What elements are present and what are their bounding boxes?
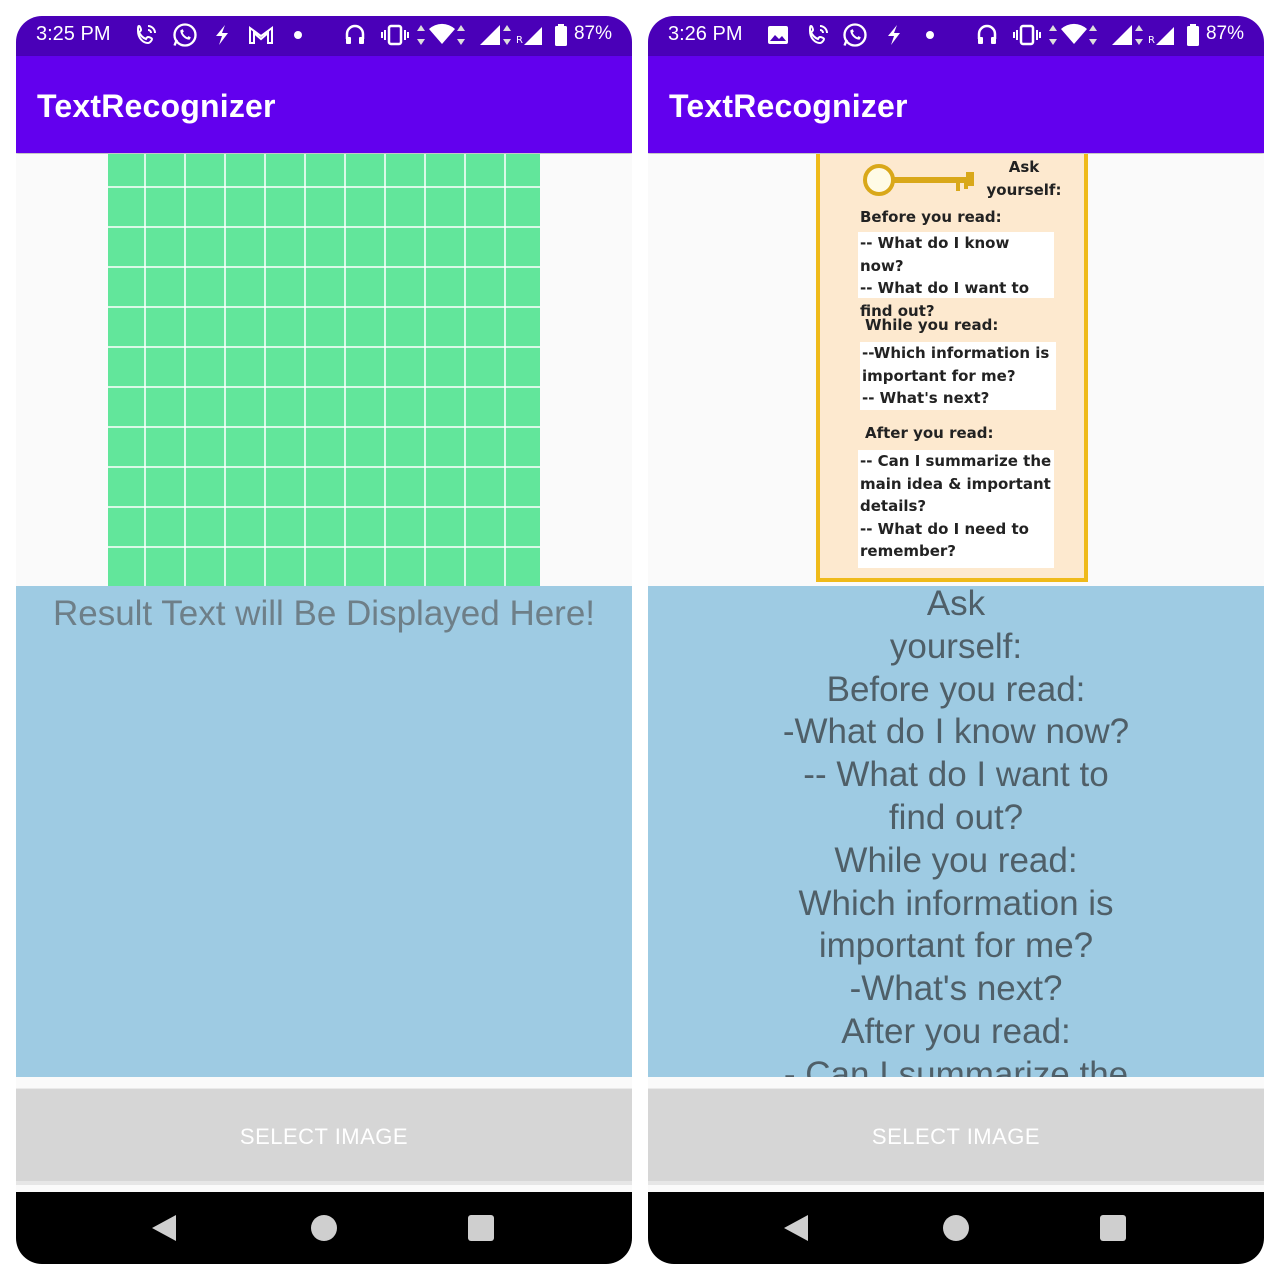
messenger-icon <box>212 22 232 48</box>
data-arrows-icon <box>1048 22 1058 48</box>
data-arrows-icon <box>1088 22 1098 48</box>
battery-icon <box>554 22 568 48</box>
data-arrows-icon <box>502 22 512 48</box>
status-time: 3:25 PM <box>36 23 111 45</box>
left-phone-screen: 3:25 PM R 87% TextRecognizer Result Text… <box>16 16 632 1264</box>
headphones-icon <box>344 22 366 48</box>
key-icon <box>863 164 974 196</box>
dot-icon <box>294 22 302 48</box>
roaming-signal-icon: R <box>514 22 544 48</box>
headphones-icon <box>976 22 998 48</box>
status-bar: 3:25 PM R 87% <box>16 16 632 56</box>
result-text: Ask yourself: Before you read: -What do … <box>782 586 1130 1077</box>
navigation-bar <box>648 1192 1264 1264</box>
card-while-heading: While you read: <box>865 316 999 334</box>
signal-icon <box>478 22 502 48</box>
wifi-icon <box>1060 22 1088 48</box>
back-icon[interactable] <box>152 1215 176 1241</box>
status-bar: 3:26 PM R 87% <box>648 16 1264 56</box>
app-title: TextRecognizer <box>37 88 276 124</box>
signal-icon <box>1110 22 1134 48</box>
card-after-heading: After you read: <box>865 424 994 442</box>
image-preview-area <box>16 154 632 586</box>
result-text-area: Result Text will Be Displayed Here! <box>16 586 632 1077</box>
card-after-body: -- Can I summarize the main idea & impor… <box>860 452 1052 560</box>
selected-image <box>108 154 540 586</box>
vibrate-icon <box>380 22 410 48</box>
card-after-box: -- Can I summarize the main idea & impor… <box>858 450 1054 568</box>
card-before-body: -- What do I know now? -- What do I want… <box>860 234 1030 320</box>
app-bar: TextRecognizer <box>648 56 1264 153</box>
select-image-button[interactable]: SELECT IMAGE <box>648 1088 1264 1185</box>
vibrate-icon <box>1012 22 1042 48</box>
select-image-button[interactable]: SELECT IMAGE <box>16 1088 632 1185</box>
card-title: Ask yourself: <box>986 158 1062 199</box>
recents-icon[interactable] <box>468 1215 494 1241</box>
data-arrows-icon <box>456 22 466 48</box>
app-bar: TextRecognizer <box>16 56 632 153</box>
home-icon[interactable] <box>311 1215 337 1241</box>
wifi-calling-icon <box>806 22 830 48</box>
battery-percentage: 87% <box>573 23 612 44</box>
right-phone-screen: 3:26 PM R 87% TextRecognizer Ask yoursel… <box>648 16 1264 1264</box>
card-while-box: --Which information is important for me?… <box>860 342 1056 410</box>
navigation-bar <box>16 1192 632 1264</box>
status-time: 3:26 PM <box>668 23 743 45</box>
battery-percentage: 87% <box>1205 23 1244 44</box>
wifi-calling-icon <box>134 22 158 48</box>
result-placeholder: Result Text will Be Displayed Here! <box>52 594 596 633</box>
whatsapp-icon <box>171 22 199 48</box>
card-before-box: -- What do I know now? -- What do I want… <box>858 232 1054 320</box>
data-arrows-icon <box>416 22 426 48</box>
svg-text:R: R <box>1148 35 1155 46</box>
battery-icon <box>1186 22 1200 48</box>
roaming-signal-icon: R <box>1146 22 1176 48</box>
result-text-area: Ask yourself: Before you read: -What do … <box>648 586 1264 1077</box>
back-icon[interactable] <box>784 1215 808 1241</box>
home-icon[interactable] <box>943 1215 969 1241</box>
dot-icon <box>926 22 934 48</box>
recents-icon[interactable] <box>1100 1215 1126 1241</box>
card-before-heading: Before you read: <box>860 208 1002 226</box>
image-icon <box>766 22 790 48</box>
wifi-icon <box>428 22 456 48</box>
image-preview-area: Ask yourself: Before you read: -- What d… <box>648 154 1264 586</box>
messenger-icon <box>884 22 904 48</box>
whatsapp-icon <box>841 22 869 48</box>
gmail-icon <box>248 22 274 48</box>
data-arrows-icon <box>1134 22 1144 48</box>
card-while-body: --Which information is important for me?… <box>862 344 1050 407</box>
svg-text:R: R <box>516 35 523 46</box>
selected-image: Ask yourself: Before you read: -- What d… <box>816 154 1088 582</box>
app-title: TextRecognizer <box>669 88 908 124</box>
